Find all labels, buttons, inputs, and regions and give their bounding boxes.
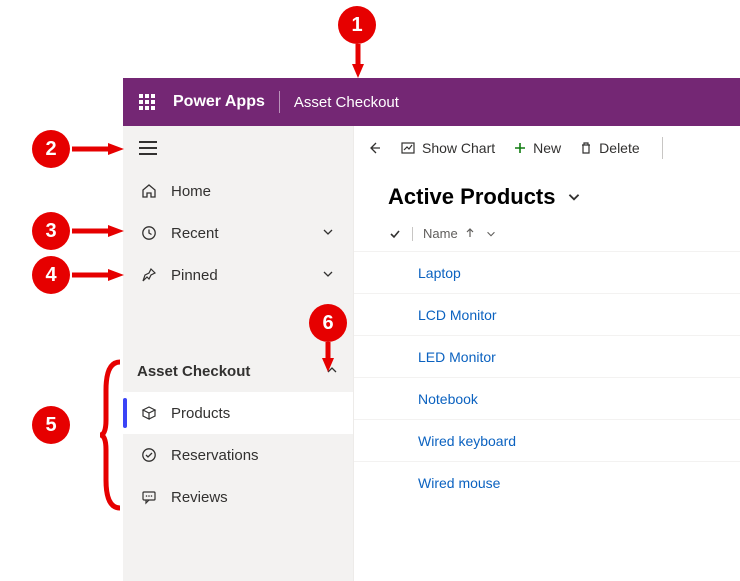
app-window: Power Apps Asset Checkout Home Rec <box>123 78 740 581</box>
clock-icon <box>137 225 161 241</box>
show-chart-button[interactable]: Show Chart <box>400 140 495 156</box>
arrow-right-icon <box>72 269 124 281</box>
callout-3: 3 <box>32 212 70 250</box>
view-title-label: Active Products <box>388 184 556 210</box>
callout-2: 2 <box>32 130 70 168</box>
waffle-icon <box>139 94 155 110</box>
command-bar: Show Chart New Delete <box>354 126 740 170</box>
arrow-left-icon <box>366 140 382 156</box>
app-header: Power Apps Asset Checkout <box>123 78 740 126</box>
column-header-row: Name <box>354 220 740 251</box>
table-row[interactable]: Wired mouse <box>354 461 740 503</box>
header-divider <box>279 91 280 113</box>
sidebar-item-label: Home <box>171 183 211 200</box>
column-name[interactable]: Name <box>423 226 475 241</box>
view-title[interactable]: Active Products <box>388 184 582 210</box>
chevron-down-icon <box>321 225 339 242</box>
cube-icon <box>137 405 161 421</box>
sidebar-group-label: Asset Checkout <box>137 363 250 380</box>
sidebar-item-recent[interactable]: Recent <box>123 212 353 254</box>
callout-6: 6 <box>309 304 347 342</box>
back-button[interactable] <box>366 140 382 156</box>
sidebar-group-asset-checkout[interactable]: Asset Checkout <box>123 350 353 392</box>
chevron-down-icon <box>321 267 339 284</box>
table-row[interactable]: Laptop <box>354 251 740 293</box>
table-row[interactable]: Wired keyboard <box>354 419 740 461</box>
arrow-down-icon <box>352 44 364 78</box>
chat-icon <box>137 489 161 505</box>
command-label: Show Chart <box>422 140 495 156</box>
command-divider <box>662 137 663 159</box>
check-circle-icon <box>137 447 161 463</box>
sidebar-item-label: Reviews <box>171 489 228 506</box>
sidebar-item-reservations[interactable]: Reservations <box>123 434 353 476</box>
sidebar-item-products[interactable]: Products <box>123 392 353 434</box>
command-label: Delete <box>599 140 639 156</box>
command-label: New <box>533 140 561 156</box>
callout-1: 1 <box>338 6 376 44</box>
check-icon[interactable] <box>388 227 402 241</box>
sidebar: Home Recent Pinned <box>123 126 353 581</box>
sidebar-item-label: Products <box>171 405 230 422</box>
content-area: Show Chart New Delete Active Products <box>353 126 740 581</box>
app-name-label: Asset Checkout <box>286 94 407 111</box>
plus-icon <box>513 141 527 155</box>
pin-icon <box>137 267 161 283</box>
brace-icon <box>98 360 122 510</box>
delete-button[interactable]: Delete <box>579 140 639 156</box>
callout-4: 4 <box>32 256 70 294</box>
new-button[interactable]: New <box>513 140 561 156</box>
arrow-right-icon <box>72 143 124 155</box>
main-area: Home Recent Pinned <box>123 126 740 581</box>
arrow-right-icon <box>72 225 124 237</box>
sort-up-icon <box>465 228 475 238</box>
callout-5: 5 <box>32 406 70 444</box>
data-grid: Laptop LCD Monitor LED Monitor Notebook … <box>354 251 740 503</box>
trash-icon <box>579 141 593 155</box>
home-icon <box>137 183 161 199</box>
app-launcher-button[interactable] <box>123 78 171 126</box>
sidebar-item-home[interactable]: Home <box>123 170 353 212</box>
sidebar-item-label: Pinned <box>171 267 218 284</box>
table-row[interactable]: Notebook <box>354 377 740 419</box>
brand-label: Power Apps <box>171 93 277 111</box>
arrow-down-icon <box>322 342 334 372</box>
hamburger-button[interactable] <box>139 141 157 155</box>
chevron-down-icon[interactable] <box>485 228 497 240</box>
sidebar-item-label: Recent <box>171 225 219 242</box>
sidebar-item-pinned[interactable]: Pinned <box>123 254 353 296</box>
sidebar-item-label: Reservations <box>171 447 259 464</box>
table-row[interactable]: LCD Monitor <box>354 293 740 335</box>
chevron-down-icon <box>566 189 582 205</box>
table-row[interactable]: LED Monitor <box>354 335 740 377</box>
chart-icon <box>400 140 416 156</box>
sidebar-item-reviews[interactable]: Reviews <box>123 476 353 518</box>
